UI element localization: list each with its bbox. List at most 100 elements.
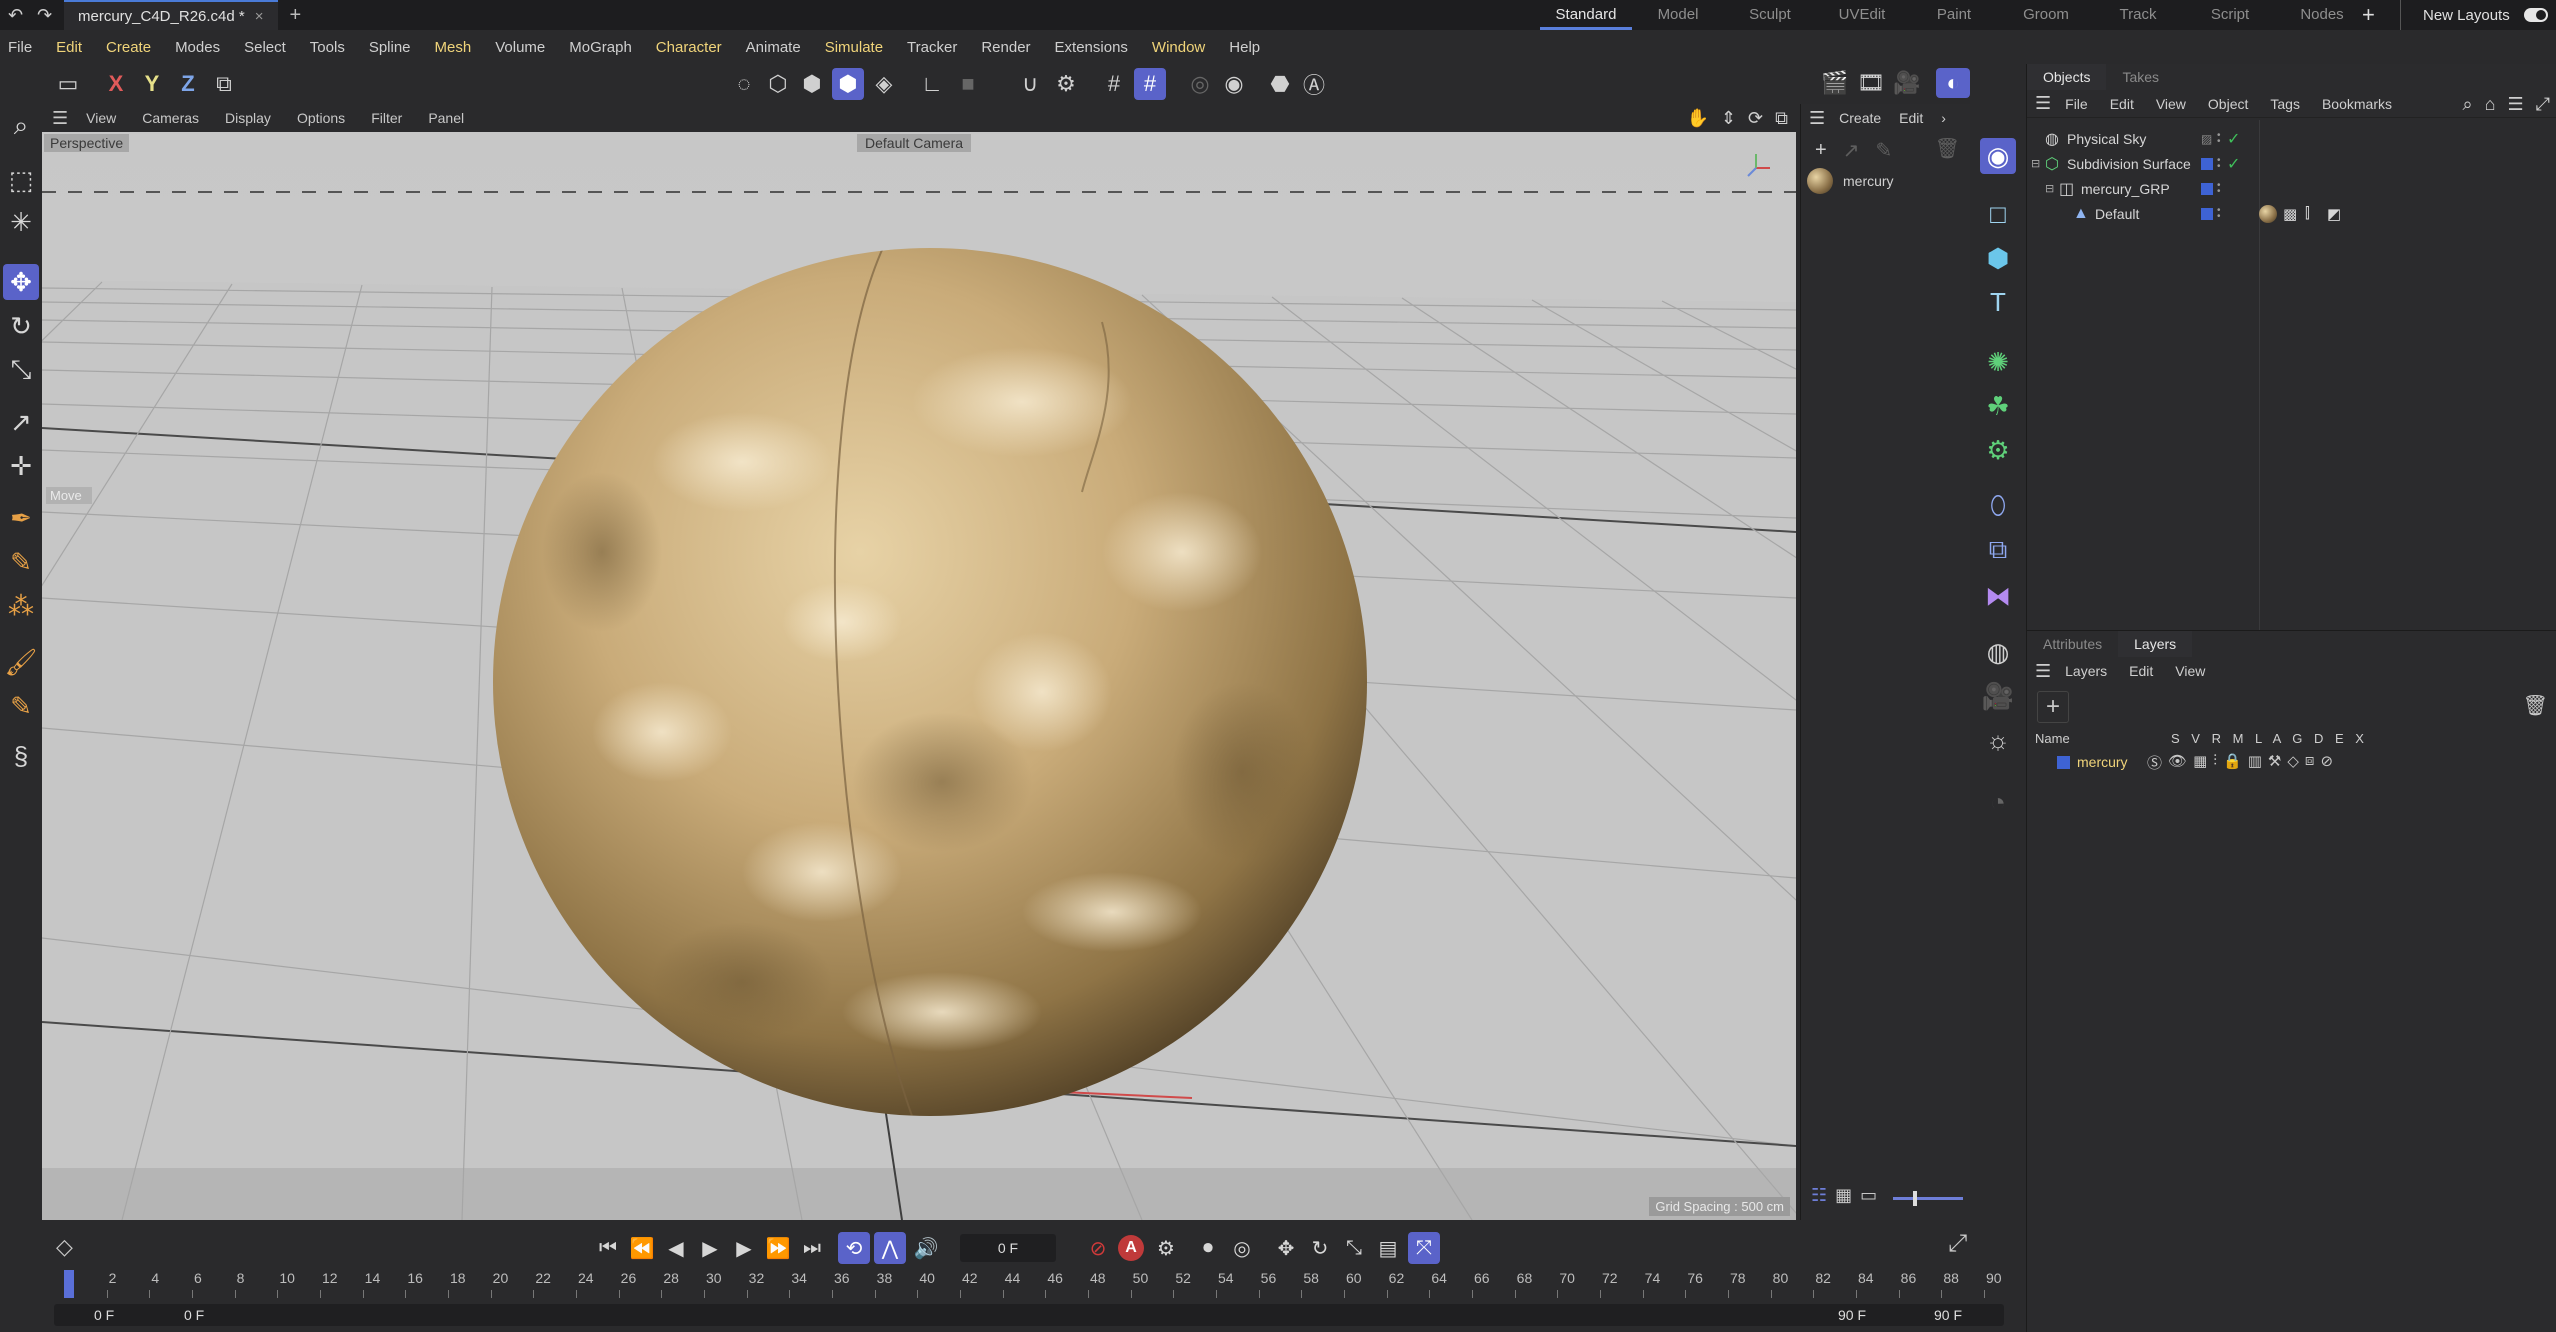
paint-brush-icon[interactable]: 🖌 bbox=[3, 644, 39, 680]
tab-takes[interactable]: Takes bbox=[2106, 64, 2175, 90]
current-frame-field[interactable]: 0 F bbox=[960, 1234, 1056, 1262]
transfer-tool-icon[interactable]: ↗ bbox=[3, 404, 39, 440]
add-layer-button[interactable]: + bbox=[2037, 691, 2069, 723]
layout-tab-sculpt[interactable]: Sculpt bbox=[1724, 0, 1816, 30]
menu-edit[interactable]: Edit bbox=[56, 39, 82, 56]
solo-mode-icon[interactable]: ■ bbox=[952, 68, 984, 100]
camera-selector[interactable]: Default Camera bbox=[857, 134, 972, 152]
layer-color-swatch[interactable] bbox=[2201, 207, 2213, 220]
material-item[interactable]: mercury bbox=[1801, 168, 1970, 194]
text-icon[interactable]: T bbox=[1980, 284, 2016, 320]
environment-icon[interactable]: ◍ bbox=[1980, 634, 2016, 670]
rotate-tool-icon[interactable]: ↻ bbox=[3, 308, 39, 344]
previous-key-icon[interactable]: ⏪ bbox=[626, 1232, 658, 1264]
expression-flag-icon[interactable]: ⧈ bbox=[2305, 752, 2315, 773]
objects-menu-edit[interactable]: Edit bbox=[2110, 96, 2134, 112]
keyframe-selection-icon[interactable]: ◎ bbox=[1226, 1232, 1258, 1264]
render-view-icon[interactable]: 🎬 bbox=[1818, 68, 1852, 98]
key-settings-icon[interactable]: ⚙ bbox=[1150, 1232, 1182, 1264]
go-to-start-icon[interactable]: ⏮ bbox=[592, 1232, 624, 1264]
selection-tag-icon[interactable]: ◩ bbox=[2327, 205, 2341, 223]
list-view-icon[interactable]: ☷ bbox=[1811, 1185, 1827, 1206]
play-icon[interactable]: ▶ bbox=[694, 1232, 726, 1264]
axis-x-toggle[interactable]: X bbox=[100, 68, 132, 100]
layer-row-mercury[interactable]: mercury Ⓢ 👁 ▦ ⫶ 🔒 ▥ ⚒ ◇ ⧈ ⊘ bbox=[2027, 751, 2556, 773]
layer-color-swatch[interactable] bbox=[2201, 182, 2213, 195]
snap-settings-icon[interactable]: ⚙ bbox=[1050, 68, 1082, 100]
auto-icon[interactable]: Ⓐ bbox=[1298, 68, 1330, 100]
menu-tracker[interactable]: Tracker bbox=[907, 39, 957, 56]
redo-icon[interactable]: ↷ bbox=[37, 6, 52, 24]
spline-generator-icon[interactable]: ⧓ bbox=[1980, 578, 2016, 614]
hamburger-icon[interactable]: ☰ bbox=[2035, 661, 2051, 682]
menu-help[interactable]: Help bbox=[1229, 39, 1260, 56]
grid-view-icon[interactable]: ▦ bbox=[1835, 1185, 1852, 1206]
objects-menu-file[interactable]: File bbox=[2065, 96, 2088, 112]
layout-tab-model[interactable]: Model bbox=[1632, 0, 1724, 30]
layout-tab-nodes[interactable]: Nodes bbox=[2276, 0, 2368, 30]
knife-tool-icon[interactable]: ✎ bbox=[3, 688, 39, 724]
phong-tag-icon[interactable]: ⫿ bbox=[2305, 205, 2310, 222]
points-mode-icon[interactable]: ◌ bbox=[728, 68, 760, 100]
spline-pen-icon[interactable]: ✒ bbox=[3, 500, 39, 536]
layout-tab-paint[interactable]: Paint bbox=[1908, 0, 2000, 30]
mograph-icon[interactable]: ⁂ bbox=[3, 588, 39, 624]
viewport-menu-panel[interactable]: Panel bbox=[428, 110, 464, 126]
object-row-physical-sky[interactable]: ◍ Physical Sky ▨ • • ✓ bbox=[2027, 126, 2556, 151]
playhead[interactable] bbox=[64, 1270, 74, 1298]
home-icon[interactable]: ⌂ bbox=[2485, 94, 2496, 115]
viewport-menu-filter[interactable]: Filter bbox=[371, 110, 402, 126]
layer-slot-icon[interactable]: ▨ bbox=[2201, 132, 2212, 146]
range-end-field-2[interactable]: 90 F bbox=[1934, 1307, 1962, 1323]
expand-panel-icon[interactable]: ⤢ bbox=[2536, 94, 2550, 115]
new-tab-icon[interactable]: + bbox=[290, 4, 302, 27]
animation-icon[interactable]: ▥ bbox=[2248, 752, 2262, 773]
trash-icon[interactable]: 🗑 bbox=[2523, 693, 2548, 718]
close-tab-icon[interactable]: × bbox=[255, 8, 264, 25]
menu-modes[interactable]: Modes bbox=[175, 39, 220, 56]
menu-spline[interactable]: Spline bbox=[369, 39, 411, 56]
material-menu-create[interactable]: Create bbox=[1839, 110, 1881, 126]
tab-layers[interactable]: Layers bbox=[2118, 631, 2193, 657]
layout-tab-track[interactable]: Track bbox=[2092, 0, 2184, 30]
menu-volume[interactable]: Volume bbox=[495, 39, 545, 56]
menu-window[interactable]: Window bbox=[1152, 39, 1205, 56]
layers-menu-view[interactable]: View bbox=[2175, 663, 2205, 679]
spline-sketch-icon[interactable]: ✎ bbox=[3, 544, 39, 580]
lock-workplane-icon[interactable]: ◉ bbox=[1218, 68, 1250, 100]
menu-tools[interactable]: Tools bbox=[310, 39, 345, 56]
point-level-anim-icon[interactable]: ⤧ bbox=[1408, 1232, 1440, 1264]
interactive-render-icon[interactable]: ◐ bbox=[1936, 68, 1970, 98]
eye-icon[interactable]: 👁 bbox=[2168, 752, 2187, 773]
model-mode-icon[interactable]: ⬢ bbox=[832, 68, 864, 100]
orbit-icon[interactable]: ⟳ bbox=[1748, 108, 1763, 129]
param-key-icon[interactable]: ▤ bbox=[1372, 1232, 1404, 1264]
generator-icon[interactable]: ✺ bbox=[1980, 344, 2016, 380]
layer-color-swatch[interactable] bbox=[2201, 157, 2213, 170]
viewport-solo-icon[interactable]: ⬣ bbox=[1264, 68, 1296, 100]
layout-tab-uvedit[interactable]: UVEdit bbox=[1816, 0, 1908, 30]
snap-magnet-icon[interactable]: ∪ bbox=[1014, 68, 1046, 100]
previous-frame-icon[interactable]: ◀ bbox=[660, 1232, 692, 1264]
preview-range-icon[interactable]: ⋀ bbox=[874, 1232, 906, 1264]
render-icon[interactable]: ▦ bbox=[2193, 752, 2207, 773]
thumbnail-size-slider[interactable] bbox=[1893, 1191, 1963, 1206]
edges-mode-icon[interactable]: ⬡ bbox=[762, 68, 794, 100]
chevron-right-icon[interactable]: › bbox=[1941, 110, 1946, 126]
material-tag-icon[interactable] bbox=[2259, 204, 2277, 223]
selection-tool-icon[interactable]: ⬚ bbox=[3, 162, 39, 198]
range-end-field[interactable]: 90 F bbox=[1838, 1307, 1866, 1323]
magnet-tool-icon[interactable]: § bbox=[3, 738, 39, 774]
trash-icon[interactable]: 🗑 bbox=[1935, 136, 1960, 161]
viewport-3d[interactable]: Perspective Default Camera Move Grid Spa… bbox=[42, 132, 1796, 1220]
object-row-subdivision-surface[interactable]: ⊟ ⬡ Subdivision Surface • • ✓ bbox=[2027, 151, 2556, 176]
field-icon[interactable]: ⧉ bbox=[1980, 532, 2016, 568]
lock-icon[interactable]: 🔒 bbox=[2223, 752, 2242, 773]
compass-icon[interactable]: ◔ bbox=[1980, 784, 2016, 820]
menu-mograph[interactable]: MoGraph bbox=[569, 39, 632, 56]
viewport-menu-options[interactable]: Options bbox=[297, 110, 345, 126]
xref-flag-icon[interactable]: ⊘ bbox=[2320, 752, 2333, 773]
add-material-icon[interactable]: + bbox=[1815, 139, 1827, 162]
filter-icon[interactable]: ☰ bbox=[2507, 94, 2523, 115]
menu-create[interactable]: Create bbox=[106, 39, 151, 56]
